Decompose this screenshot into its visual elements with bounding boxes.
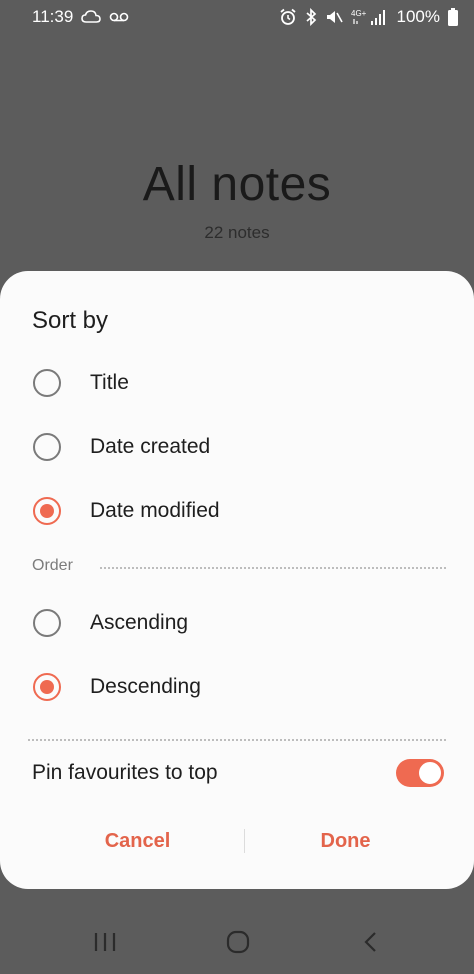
order-divider [100, 567, 446, 569]
option-label: Date modified [90, 499, 220, 522]
recents-icon[interactable] [85, 924, 125, 960]
sort-dialog: Sort by Title Date created Date modified… [0, 271, 474, 889]
order-section-label: Order [32, 557, 73, 574]
bluetooth-icon [305, 8, 317, 26]
sort-option-title[interactable]: Title [0, 353, 474, 413]
radio-button-selected[interactable] [33, 673, 61, 701]
cancel-button[interactable]: Cancel [60, 821, 215, 861]
pin-favourites-toggle[interactable] [396, 759, 444, 787]
option-label: Date created [90, 435, 211, 458]
toggle-knob [417, 760, 443, 786]
signal-icon: 4G+ [351, 8, 387, 26]
page-title: All notes [142, 158, 332, 211]
option-label: Descending [90, 675, 201, 698]
home-icon[interactable] [218, 924, 258, 960]
pin-favourites-label: Pin favourites to top [32, 761, 218, 784]
sort-option-date-created[interactable]: Date created [0, 417, 474, 477]
cloud-sync-icon [81, 10, 102, 24]
radio-button[interactable] [33, 433, 61, 461]
alarm-icon [279, 8, 297, 26]
battery-icon [448, 8, 458, 26]
notes-header: All notes 22 notes [0, 155, 474, 243]
network-label: 4G+ [351, 9, 367, 18]
option-label: Ascending [90, 611, 189, 634]
dialog-actions: Cancel Done [0, 821, 474, 861]
navigation-bar [0, 910, 474, 974]
dialog-title: Sort by [32, 307, 109, 334]
status-left: 11:39 [32, 7, 129, 27]
notes-count: 22 notes [204, 223, 270, 242]
sort-option-date-modified[interactable]: Date modified [0, 481, 474, 541]
order-option-ascending[interactable]: Ascending [0, 593, 474, 653]
radio-button[interactable] [33, 609, 61, 637]
status-right: 4G+ 100% [279, 7, 458, 27]
order-option-descending[interactable]: Descending [0, 657, 474, 717]
done-button[interactable]: Done [268, 821, 423, 861]
battery-percent: 100% [396, 7, 440, 26]
radio-button[interactable] [33, 369, 61, 397]
status-bar: 11:39 4G+ 100% [0, 0, 474, 34]
back-icon[interactable] [351, 924, 391, 960]
option-label: Title [90, 371, 129, 394]
voicemail-icon [109, 11, 129, 23]
pin-divider [28, 739, 446, 741]
actions-divider [244, 829, 245, 853]
status-time: 11:39 [32, 7, 74, 26]
mute-icon [325, 8, 343, 26]
radio-button-selected[interactable] [33, 497, 61, 525]
pin-favourites-row[interactable]: Pin favourites to top [0, 749, 474, 799]
